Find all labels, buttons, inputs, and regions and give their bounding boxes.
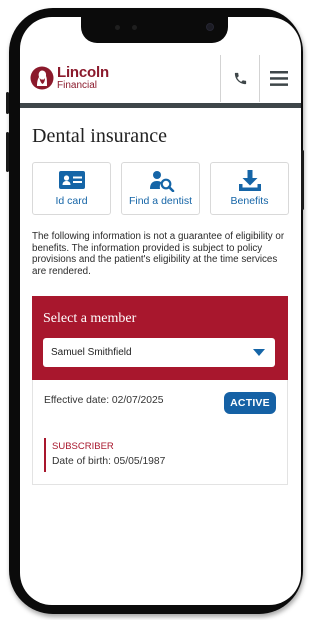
member-select-label: Select a member [43,311,137,326]
quick-links: Id card Find a dentist Benefits [32,162,289,215]
phone-notch [81,17,228,43]
side-button [6,92,9,114]
disclaimer-text: The following information is not a guara… [32,231,285,278]
brand-name: Lincoln [57,64,109,81]
side-button [6,132,9,172]
sensor-dot [132,25,137,30]
camera-icon [206,23,214,31]
benefits-label: Benefits [230,195,269,207]
status-badge: ACTIVE [224,392,276,414]
side-button [301,150,304,210]
app-header: Lincoln Financial [20,55,301,103]
chevron-down-icon [253,349,265,356]
subscriber-block: SUBSCRIBER Date of birth: 05/05/1987 [44,438,165,472]
lincoln-portrait-icon [30,66,54,90]
id-card-tile[interactable]: Id card [32,162,111,215]
id-card-label: Id card [55,195,88,207]
call-button[interactable] [221,55,259,102]
brand-logo[interactable]: Lincoln Financial [30,65,109,91]
find-dentist-label: Find a dentist [128,195,193,207]
member-role: SUBSCRIBER [52,441,114,452]
id-card-icon [58,171,85,189]
member-details-card: Effective date: 02/07/2025 ACTIVE SUBSCR… [32,380,288,485]
menu-button[interactable] [260,55,298,102]
find-dentist-icon [149,171,174,192]
header-bottom-bar [20,103,301,108]
menu-icon [270,71,288,86]
sensor-dot [115,25,120,30]
phone-icon [234,72,246,85]
app-screen: Lincoln Financial Dental insurance Id ca… [20,17,301,605]
member-select-panel: Select a member Samuel Smithfield [32,296,288,380]
member-select-value: Samuel Smithfield [51,347,132,358]
member-select-dropdown[interactable]: Samuel Smithfield [43,338,275,367]
benefits-download-icon [238,170,261,191]
effective-date: Effective date: 02/07/2025 [44,395,164,406]
find-dentist-tile[interactable]: Find a dentist [121,162,200,215]
benefits-tile[interactable]: Benefits [210,162,289,215]
member-dob: Date of birth: 05/05/1987 [52,456,166,467]
brand-subtitle: Financial [57,80,98,91]
page-title: Dental insurance [32,125,167,147]
